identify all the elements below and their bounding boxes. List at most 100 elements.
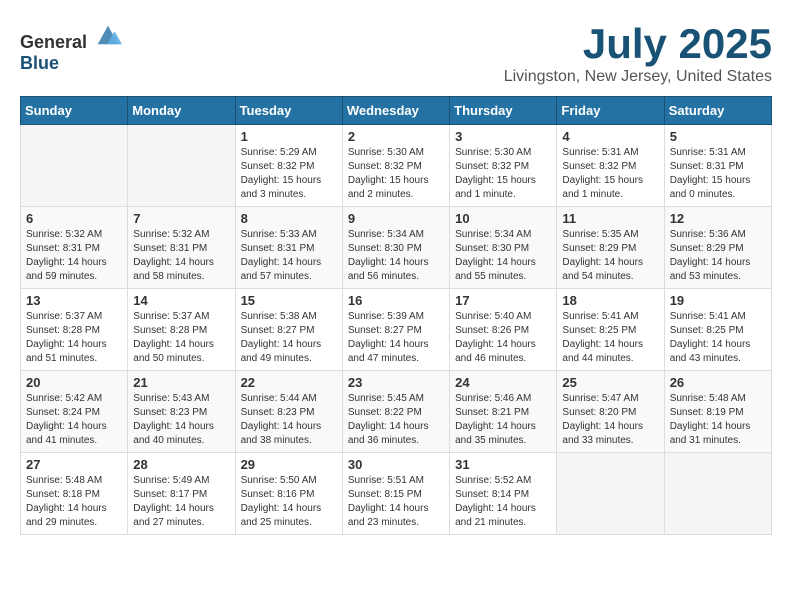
calendar-cell: 18 Sunrise: 5:41 AMSunset: 8:25 PMDayligh… bbox=[557, 289, 664, 371]
day-info: Sunrise: 5:30 AMSunset: 8:32 PMDaylight:… bbox=[455, 146, 551, 202]
calendar-cell: 28 Sunrise: 5:49 AMSunset: 8:17 PMDayligh… bbox=[128, 453, 235, 535]
day-number: 24 bbox=[455, 375, 551, 390]
calendar-cell: 11Sunrise: 5:35 AMSunset: 8:29 PMDayligh… bbox=[557, 207, 664, 289]
calendar-cell: 31 Sunrise: 5:52 AMSunset: 8:14 PMDayligh… bbox=[450, 453, 557, 535]
weekday-header: Saturday bbox=[664, 97, 771, 125]
weekday-header: Sunday bbox=[21, 97, 128, 125]
day-number: 26 bbox=[670, 375, 766, 390]
day-info: Sunrise: 5:31 AMSunset: 8:32 PMDaylight:… bbox=[562, 146, 658, 202]
weekday-header: Friday bbox=[557, 97, 664, 125]
day-number: 9 bbox=[348, 211, 444, 226]
location-subtitle: Livingston, New Jersey, United States bbox=[504, 68, 772, 86]
day-number: 7 bbox=[133, 211, 229, 226]
calendar-cell: 25Sunrise: 5:47 AMSunset: 8:20 PMDayligh… bbox=[557, 371, 664, 453]
day-info: Sunrise: 5:31 AMSunset: 8:31 PMDaylight:… bbox=[670, 146, 766, 202]
day-number: 30 bbox=[348, 457, 444, 472]
calendar-week-row: 27Sunrise: 5:48 AMSunset: 8:18 PMDayligh… bbox=[21, 453, 772, 535]
calendar-cell: 21Sunrise: 5:43 AMSunset: 8:23 PMDayligh… bbox=[128, 371, 235, 453]
title-block: July 2025 Livingston, New Jersey, United… bbox=[504, 20, 772, 86]
calendar-cell: 22Sunrise: 5:44 AMSunset: 8:23 PMDayligh… bbox=[235, 371, 342, 453]
day-number: 6 bbox=[26, 211, 122, 226]
day-info: Sunrise: 5:46 AMSunset: 8:21 PMDaylight:… bbox=[455, 392, 551, 448]
day-info: Sunrise: 5:48 AMSunset: 8:19 PMDaylight:… bbox=[670, 392, 766, 448]
day-info: Sunrise: 5:29 AMSunset: 8:32 PMDaylight:… bbox=[241, 146, 337, 202]
page-header: General Blue July 2025 Livingston, New J… bbox=[20, 20, 772, 86]
day-info: Sunrise: 5:50 AMSunset: 8:16 PMDaylight:… bbox=[241, 474, 337, 530]
day-number: 27 bbox=[26, 457, 122, 472]
calendar-cell: 30 Sunrise: 5:51 AMSunset: 8:15 PMDayligh… bbox=[342, 453, 449, 535]
day-info: Sunrise: 5:32 AMSunset: 8:31 PMDaylight:… bbox=[26, 228, 122, 284]
calendar-cell: 1 Sunrise: 5:29 AMSunset: 8:32 PMDaylight… bbox=[235, 125, 342, 207]
day-info: Sunrise: 5:32 AMSunset: 8:31 PMDaylight:… bbox=[133, 228, 229, 284]
day-info: Sunrise: 5:40 AMSunset: 8:26 PMDaylight:… bbox=[455, 310, 551, 366]
logo-icon bbox=[94, 20, 122, 48]
logo: General Blue bbox=[20, 20, 122, 74]
calendar-cell: 6 Sunrise: 5:32 AMSunset: 8:31 PMDaylight… bbox=[21, 207, 128, 289]
calendar-cell bbox=[21, 125, 128, 207]
calendar-cell: 12 Sunrise: 5:36 AMSunset: 8:29 PMDayligh… bbox=[664, 207, 771, 289]
calendar-cell: 3 Sunrise: 5:30 AMSunset: 8:32 PMDaylight… bbox=[450, 125, 557, 207]
calendar-cell: 2 Sunrise: 5:30 AMSunset: 8:32 PMDaylight… bbox=[342, 125, 449, 207]
day-number: 12 bbox=[670, 211, 766, 226]
day-info: Sunrise: 5:37 AMSunset: 8:28 PMDaylight:… bbox=[133, 310, 229, 366]
calendar-cell: 7 Sunrise: 5:32 AMSunset: 8:31 PMDaylight… bbox=[128, 207, 235, 289]
day-info: Sunrise: 5:41 AMSunset: 8:25 PMDaylight:… bbox=[670, 310, 766, 366]
calendar-week-row: 1 Sunrise: 5:29 AMSunset: 8:32 PMDaylight… bbox=[21, 125, 772, 207]
day-info: Sunrise: 5:49 AMSunset: 8:17 PMDaylight:… bbox=[133, 474, 229, 530]
day-number: 15 bbox=[241, 293, 337, 308]
calendar-cell bbox=[557, 453, 664, 535]
day-info: Sunrise: 5:37 AMSunset: 8:28 PMDaylight:… bbox=[26, 310, 122, 366]
weekday-header: Tuesday bbox=[235, 97, 342, 125]
day-number: 16 bbox=[348, 293, 444, 308]
calendar-cell: 14Sunrise: 5:37 AMSunset: 8:28 PMDayligh… bbox=[128, 289, 235, 371]
day-number: 13 bbox=[26, 293, 122, 308]
day-info: Sunrise: 5:44 AMSunset: 8:23 PMDaylight:… bbox=[241, 392, 337, 448]
day-info: Sunrise: 5:52 AMSunset: 8:14 PMDaylight:… bbox=[455, 474, 551, 530]
weekday-header: Thursday bbox=[450, 97, 557, 125]
day-number: 2 bbox=[348, 129, 444, 144]
calendar-cell: 26 Sunrise: 5:48 AMSunset: 8:19 PMDayligh… bbox=[664, 371, 771, 453]
day-info: Sunrise: 5:34 AMSunset: 8:30 PMDaylight:… bbox=[348, 228, 444, 284]
day-info: Sunrise: 5:38 AMSunset: 8:27 PMDaylight:… bbox=[241, 310, 337, 366]
day-number: 17 bbox=[455, 293, 551, 308]
day-number: 4 bbox=[562, 129, 658, 144]
day-info: Sunrise: 5:30 AMSunset: 8:32 PMDaylight:… bbox=[348, 146, 444, 202]
weekday-header: Monday bbox=[128, 97, 235, 125]
weekday-header: Wednesday bbox=[342, 97, 449, 125]
day-info: Sunrise: 5:41 AMSunset: 8:25 PMDaylight:… bbox=[562, 310, 658, 366]
day-number: 28 bbox=[133, 457, 229, 472]
calendar-cell: 24 Sunrise: 5:46 AMSunset: 8:21 PMDayligh… bbox=[450, 371, 557, 453]
month-year-title: July 2025 bbox=[504, 20, 772, 68]
calendar-week-row: 13 Sunrise: 5:37 AMSunset: 8:28 PMDayligh… bbox=[21, 289, 772, 371]
calendar-cell: 15 Sunrise: 5:38 AMSunset: 8:27 PMDayligh… bbox=[235, 289, 342, 371]
day-info: Sunrise: 5:51 AMSunset: 8:15 PMDaylight:… bbox=[348, 474, 444, 530]
calendar-cell bbox=[664, 453, 771, 535]
day-number: 8 bbox=[241, 211, 337, 226]
day-info: Sunrise: 5:45 AMSunset: 8:22 PMDaylight:… bbox=[348, 392, 444, 448]
calendar-table: SundayMondayTuesdayWednesdayThursdayFrid… bbox=[20, 96, 772, 535]
day-info: Sunrise: 5:34 AMSunset: 8:30 PMDaylight:… bbox=[455, 228, 551, 284]
day-info: Sunrise: 5:39 AMSunset: 8:27 PMDaylight:… bbox=[348, 310, 444, 366]
calendar-cell bbox=[128, 125, 235, 207]
weekday-header-row: SundayMondayTuesdayWednesdayThursdayFrid… bbox=[21, 97, 772, 125]
calendar-cell: 10Sunrise: 5:34 AMSunset: 8:30 PMDayligh… bbox=[450, 207, 557, 289]
calendar-cell: 20Sunrise: 5:42 AMSunset: 8:24 PMDayligh… bbox=[21, 371, 128, 453]
calendar-week-row: 20Sunrise: 5:42 AMSunset: 8:24 PMDayligh… bbox=[21, 371, 772, 453]
day-number: 29 bbox=[241, 457, 337, 472]
day-info: Sunrise: 5:36 AMSunset: 8:29 PMDaylight:… bbox=[670, 228, 766, 284]
day-number: 1 bbox=[241, 129, 337, 144]
day-number: 11 bbox=[562, 211, 658, 226]
day-number: 25 bbox=[562, 375, 658, 390]
day-number: 3 bbox=[455, 129, 551, 144]
day-number: 18 bbox=[562, 293, 658, 308]
day-number: 19 bbox=[670, 293, 766, 308]
calendar-cell: 19 Sunrise: 5:41 AMSunset: 8:25 PMDayligh… bbox=[664, 289, 771, 371]
calendar-cell: 13 Sunrise: 5:37 AMSunset: 8:28 PMDayligh… bbox=[21, 289, 128, 371]
day-number: 31 bbox=[455, 457, 551, 472]
day-number: 20 bbox=[26, 375, 122, 390]
calendar-cell: 23Sunrise: 5:45 AMSunset: 8:22 PMDayligh… bbox=[342, 371, 449, 453]
calendar-cell: 27Sunrise: 5:48 AMSunset: 8:18 PMDayligh… bbox=[21, 453, 128, 535]
day-number: 21 bbox=[133, 375, 229, 390]
calendar-cell: 8Sunrise: 5:33 AMSunset: 8:31 PMDaylight… bbox=[235, 207, 342, 289]
calendar-cell: 4 Sunrise: 5:31 AMSunset: 8:32 PMDaylight… bbox=[557, 125, 664, 207]
